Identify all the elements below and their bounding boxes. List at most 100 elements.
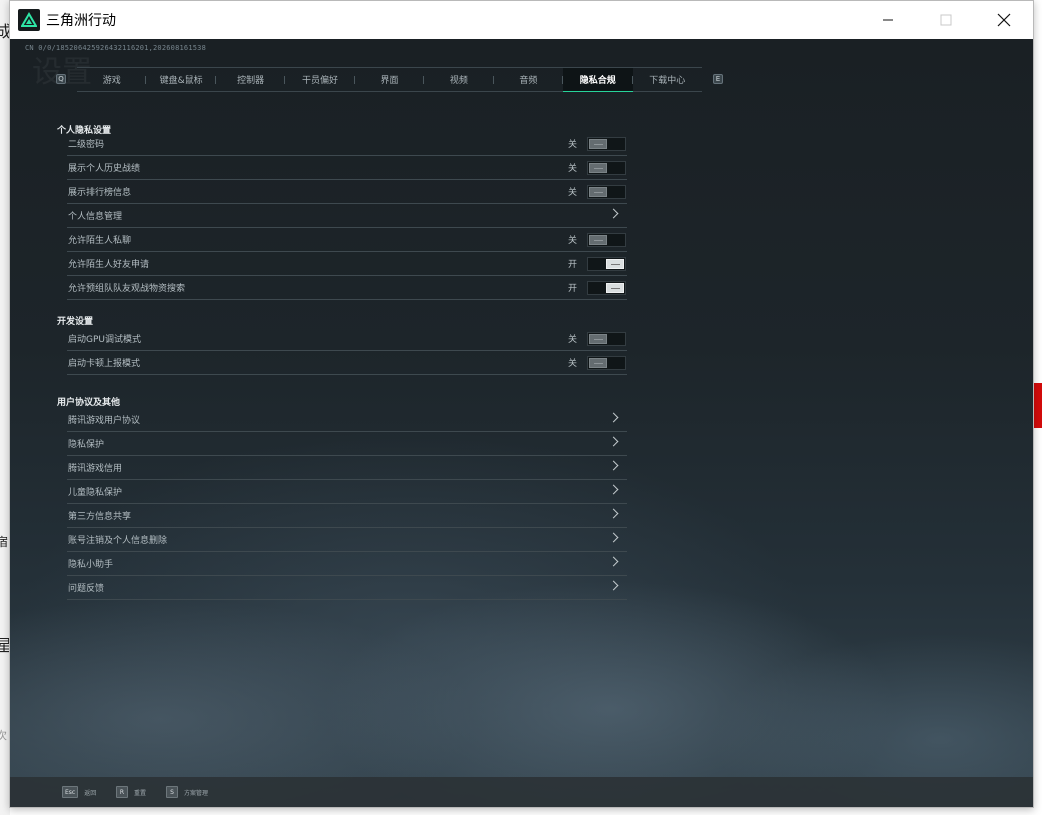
- setting-row-toggle[interactable]: 允许预组队队友观战物资搜索 开: [67, 276, 627, 300]
- chevron-right-icon: [608, 580, 619, 591]
- tab-audio[interactable]: 音频: [494, 68, 564, 91]
- toggle-status-text: 关: [567, 359, 577, 369]
- toggle-status-text: 关: [567, 236, 577, 246]
- toggle-knob: [589, 163, 607, 173]
- tab-prev-key[interactable]: Q: [56, 74, 66, 84]
- setting-label: 隐私保护: [68, 440, 105, 450]
- minimize-icon: [883, 19, 893, 21]
- setting-label: 账号注销及个人信息删除: [68, 536, 168, 546]
- tab-video[interactable]: 视频: [424, 68, 495, 91]
- app-logo-icon: [18, 9, 40, 31]
- tab-keyboard-mouse[interactable]: 键盘&鼠标: [146, 68, 217, 91]
- chevron-right-icon: [608, 556, 619, 567]
- setting-row-toggle[interactable]: 启动GPU调试模式 关: [67, 327, 627, 351]
- background-app-red-bar: [1034, 383, 1042, 428]
- hint-reset[interactable]: R 重置: [116, 786, 146, 798]
- setting-label: 第三方信息共享: [68, 512, 132, 522]
- toggle-knob: [589, 187, 607, 197]
- setting-row-link[interactable]: 腾讯游戏信用: [67, 456, 627, 480]
- setting-label: 隐私小助手: [68, 560, 114, 570]
- setting-row-toggle[interactable]: 展示个人历史战绩 关: [67, 156, 627, 180]
- close-button[interactable]: [975, 1, 1033, 39]
- setting-row-link[interactable]: 隐私小助手: [67, 552, 627, 576]
- section-title-dev: 开发设置: [57, 317, 94, 327]
- hint-label: 重置: [134, 789, 147, 797]
- setting-label: 问题反馈: [68, 584, 105, 594]
- toggle-status-text: 关: [567, 164, 577, 174]
- toggle-knob: [589, 358, 607, 368]
- setting-row-link[interactable]: 问题反馈: [67, 576, 627, 600]
- setting-row-toggle[interactable]: 允许陌生人好友申请 开: [67, 252, 627, 276]
- setting-label: 腾讯游戏用户协议: [68, 416, 141, 426]
- toggle-switch[interactable]: [587, 356, 626, 370]
- chevron-right-icon: [608, 508, 619, 519]
- hint-key: Esc: [62, 786, 79, 798]
- tab-next-key[interactable]: E: [713, 74, 723, 84]
- section-title-agreements: 用户协议及其他: [57, 398, 121, 408]
- title-bar[interactable]: 三角洲行动: [10, 1, 1033, 39]
- toggle-knob: [589, 334, 607, 344]
- toggle-knob: [606, 283, 624, 293]
- setting-label: 允许预组队队友观战物资搜索: [68, 284, 186, 294]
- hint-key: R: [116, 786, 128, 798]
- chevron-right-icon: [608, 208, 619, 219]
- setting-row-toggle[interactable]: 允许陌生人私聊 关: [67, 228, 627, 252]
- tab-interface[interactable]: 界面: [355, 68, 425, 91]
- setting-label: 允许陌生人好友申请: [68, 260, 150, 270]
- settings-tabs: 游戏 键盘&鼠标 控制器 干员偏好 界面 视频 音频 隐私合规 下载中心: [77, 67, 702, 92]
- setting-row-link[interactable]: 腾讯游戏用户协议: [67, 408, 627, 432]
- toggle-knob: [589, 139, 607, 149]
- setting-row-link[interactable]: 个人信息管理: [67, 204, 627, 228]
- hint-label: 返回: [84, 789, 97, 797]
- setting-label: 展示排行榜信息: [68, 188, 132, 198]
- setting-row-link[interactable]: 隐私保护: [67, 432, 627, 456]
- setting-label: 展示个人历史战绩: [68, 164, 141, 174]
- setting-row-link[interactable]: 账号注销及个人信息删除: [67, 528, 627, 552]
- tab-controller[interactable]: 控制器: [216, 68, 286, 91]
- hint-back[interactable]: Esc 返回: [62, 786, 96, 798]
- toggle-knob: [606, 259, 624, 269]
- setting-label: 腾讯游戏信用: [68, 464, 123, 474]
- tab-operator-preferences[interactable]: 干员偏好: [285, 68, 356, 91]
- toggle-status-text: 开: [567, 284, 577, 294]
- maximize-icon: [940, 14, 952, 26]
- hint-scheme-management[interactable]: S 方案管理: [166, 786, 208, 798]
- setting-row-toggle[interactable]: 二级密码 关: [67, 132, 627, 156]
- toggle-status-text: 关: [567, 140, 577, 150]
- toggle-switch[interactable]: [587, 185, 626, 199]
- maximize-button[interactable]: [917, 1, 975, 39]
- tab-privacy-compliance[interactable]: 隐私合规: [563, 68, 633, 92]
- chevron-right-icon: [608, 460, 619, 471]
- setting-row-toggle[interactable]: 展示排行榜信息 关: [67, 180, 627, 204]
- toggle-switch[interactable]: [587, 137, 626, 151]
- setting-row-link[interactable]: 儿童隐私保护: [67, 480, 627, 504]
- game-window: 三角洲行动 设置 CN 0/0/185206425926432116201,20…: [9, 0, 1034, 808]
- toggle-switch[interactable]: [587, 161, 626, 175]
- chevron-right-icon: [608, 436, 619, 447]
- toggle-switch[interactable]: [587, 281, 626, 295]
- bottom-hint-bar: Esc 返回 R 重置 S 方案管理: [10, 777, 1033, 807]
- chevron-right-icon: [608, 412, 619, 423]
- setting-label: 二级密码: [68, 140, 105, 150]
- build-id: CN 0/0/185206425926432116201,20260816153…: [25, 44, 206, 52]
- setting-row-toggle[interactable]: 启动卡顿上报模式 关: [67, 351, 627, 375]
- setting-label: 儿童隐私保护: [68, 488, 123, 498]
- toggle-switch[interactable]: [587, 257, 626, 271]
- setting-label: 启动卡顿上报模式: [68, 359, 141, 369]
- tab-download-center[interactable]: 下载中心: [633, 68, 702, 91]
- close-icon: [997, 13, 1011, 27]
- minimize-button[interactable]: [859, 1, 917, 39]
- window-controls: [859, 1, 1033, 39]
- toggle-switch[interactable]: [587, 233, 626, 247]
- window-title: 三角洲行动: [46, 13, 116, 29]
- chevron-right-icon: [608, 484, 619, 495]
- toggle-knob: [589, 235, 607, 245]
- chevron-right-icon: [608, 532, 619, 543]
- settings-screen: 设置 CN 0/0/185206425926432116201,20260816…: [10, 39, 1033, 807]
- toggle-switch[interactable]: [587, 332, 626, 346]
- setting-label: 启动GPU调试模式: [68, 335, 141, 345]
- setting-row-link[interactable]: 第三方信息共享: [67, 504, 627, 528]
- background-glyph: 宿: [0, 535, 9, 549]
- setting-label: 个人信息管理: [68, 212, 123, 222]
- tab-game[interactable]: 游戏: [77, 68, 147, 91]
